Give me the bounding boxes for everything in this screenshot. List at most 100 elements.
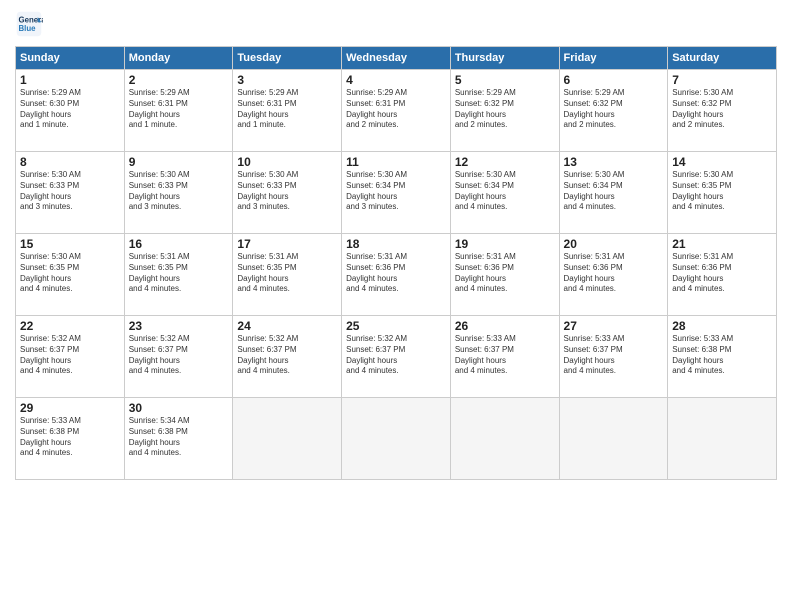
logo-icon: General Blue (15, 10, 43, 38)
cell-info: Sunrise: 5:30 AM Sunset: 6:33 PM Dayligh… (20, 170, 120, 213)
cell-info: Sunrise: 5:30 AM Sunset: 6:33 PM Dayligh… (237, 170, 337, 213)
day-number: 18 (346, 237, 446, 251)
cell-info: Sunrise: 5:29 AM Sunset: 6:31 PM Dayligh… (346, 88, 446, 131)
cell-info: Sunrise: 5:34 AM Sunset: 6:38 PM Dayligh… (129, 416, 229, 459)
calendar-cell: 13 Sunrise: 5:30 AM Sunset: 6:34 PM Dayl… (559, 152, 668, 234)
calendar-week-5: 29 Sunrise: 5:33 AM Sunset: 6:38 PM Dayl… (16, 398, 777, 480)
day-number: 19 (455, 237, 555, 251)
day-number: 7 (672, 73, 772, 87)
calendar-week-2: 8 Sunrise: 5:30 AM Sunset: 6:33 PM Dayli… (16, 152, 777, 234)
day-number: 4 (346, 73, 446, 87)
day-number: 27 (564, 319, 664, 333)
day-number: 13 (564, 155, 664, 169)
day-number: 6 (564, 73, 664, 87)
cell-info: Sunrise: 5:30 AM Sunset: 6:35 PM Dayligh… (20, 252, 120, 295)
calendar-week-4: 22 Sunrise: 5:32 AM Sunset: 6:37 PM Dayl… (16, 316, 777, 398)
cell-info: Sunrise: 5:30 AM Sunset: 6:34 PM Dayligh… (346, 170, 446, 213)
cell-info: Sunrise: 5:33 AM Sunset: 6:37 PM Dayligh… (564, 334, 664, 377)
calendar-cell: 14 Sunrise: 5:30 AM Sunset: 6:35 PM Dayl… (668, 152, 777, 234)
calendar-table: SundayMondayTuesdayWednesdayThursdayFrid… (15, 46, 777, 480)
calendar-cell: 6 Sunrise: 5:29 AM Sunset: 6:32 PM Dayli… (559, 70, 668, 152)
cell-info: Sunrise: 5:30 AM Sunset: 6:32 PM Dayligh… (672, 88, 772, 131)
cell-info: Sunrise: 5:31 AM Sunset: 6:36 PM Dayligh… (564, 252, 664, 295)
calendar-cell: 12 Sunrise: 5:30 AM Sunset: 6:34 PM Dayl… (450, 152, 559, 234)
calendar-cell: 20 Sunrise: 5:31 AM Sunset: 6:36 PM Dayl… (559, 234, 668, 316)
calendar-cell: 27 Sunrise: 5:33 AM Sunset: 6:37 PM Dayl… (559, 316, 668, 398)
calendar-cell: 21 Sunrise: 5:31 AM Sunset: 6:36 PM Dayl… (668, 234, 777, 316)
day-number: 9 (129, 155, 229, 169)
day-number: 26 (455, 319, 555, 333)
calendar-cell (233, 398, 342, 480)
cell-info: Sunrise: 5:32 AM Sunset: 6:37 PM Dayligh… (346, 334, 446, 377)
calendar-cell: 17 Sunrise: 5:31 AM Sunset: 6:35 PM Dayl… (233, 234, 342, 316)
calendar-cell: 18 Sunrise: 5:31 AM Sunset: 6:36 PM Dayl… (342, 234, 451, 316)
calendar-cell: 29 Sunrise: 5:33 AM Sunset: 6:38 PM Dayl… (16, 398, 125, 480)
calendar-header-tuesday: Tuesday (233, 47, 342, 70)
calendar-cell (342, 398, 451, 480)
calendar-cell: 11 Sunrise: 5:30 AM Sunset: 6:34 PM Dayl… (342, 152, 451, 234)
calendar-cell: 10 Sunrise: 5:30 AM Sunset: 6:33 PM Dayl… (233, 152, 342, 234)
day-number: 17 (237, 237, 337, 251)
day-number: 20 (564, 237, 664, 251)
calendar-header-row: SundayMondayTuesdayWednesdayThursdayFrid… (16, 47, 777, 70)
cell-info: Sunrise: 5:30 AM Sunset: 6:33 PM Dayligh… (129, 170, 229, 213)
calendar-cell: 7 Sunrise: 5:30 AM Sunset: 6:32 PM Dayli… (668, 70, 777, 152)
cell-info: Sunrise: 5:32 AM Sunset: 6:37 PM Dayligh… (129, 334, 229, 377)
calendar-cell: 3 Sunrise: 5:29 AM Sunset: 6:31 PM Dayli… (233, 70, 342, 152)
day-number: 5 (455, 73, 555, 87)
day-number: 21 (672, 237, 772, 251)
cell-info: Sunrise: 5:31 AM Sunset: 6:35 PM Dayligh… (129, 252, 229, 295)
day-number: 11 (346, 155, 446, 169)
calendar-cell: 15 Sunrise: 5:30 AM Sunset: 6:35 PM Dayl… (16, 234, 125, 316)
day-number: 30 (129, 401, 229, 415)
day-number: 24 (237, 319, 337, 333)
cell-info: Sunrise: 5:33 AM Sunset: 6:37 PM Dayligh… (455, 334, 555, 377)
calendar-cell: 28 Sunrise: 5:33 AM Sunset: 6:38 PM Dayl… (668, 316, 777, 398)
calendar-cell: 2 Sunrise: 5:29 AM Sunset: 6:31 PM Dayli… (124, 70, 233, 152)
calendar-week-3: 15 Sunrise: 5:30 AM Sunset: 6:35 PM Dayl… (16, 234, 777, 316)
calendar-header-monday: Monday (124, 47, 233, 70)
calendar-header-thursday: Thursday (450, 47, 559, 70)
calendar-header-saturday: Saturday (668, 47, 777, 70)
cell-info: Sunrise: 5:29 AM Sunset: 6:30 PM Dayligh… (20, 88, 120, 131)
day-number: 3 (237, 73, 337, 87)
calendar-week-1: 1 Sunrise: 5:29 AM Sunset: 6:30 PM Dayli… (16, 70, 777, 152)
cell-info: Sunrise: 5:30 AM Sunset: 6:34 PM Dayligh… (564, 170, 664, 213)
day-number: 12 (455, 155, 555, 169)
calendar-cell (450, 398, 559, 480)
day-number: 23 (129, 319, 229, 333)
calendar-header-sunday: Sunday (16, 47, 125, 70)
cell-info: Sunrise: 5:33 AM Sunset: 6:38 PM Dayligh… (20, 416, 120, 459)
calendar-header-friday: Friday (559, 47, 668, 70)
calendar-cell (559, 398, 668, 480)
calendar-cell: 30 Sunrise: 5:34 AM Sunset: 6:38 PM Dayl… (124, 398, 233, 480)
day-number: 15 (20, 237, 120, 251)
calendar-cell: 23 Sunrise: 5:32 AM Sunset: 6:37 PM Dayl… (124, 316, 233, 398)
calendar-cell (668, 398, 777, 480)
calendar-cell: 5 Sunrise: 5:29 AM Sunset: 6:32 PM Dayli… (450, 70, 559, 152)
calendar-cell: 22 Sunrise: 5:32 AM Sunset: 6:37 PM Dayl… (16, 316, 125, 398)
header: General Blue (15, 10, 777, 38)
cell-info: Sunrise: 5:31 AM Sunset: 6:36 PM Dayligh… (346, 252, 446, 295)
cell-info: Sunrise: 5:33 AM Sunset: 6:38 PM Dayligh… (672, 334, 772, 377)
cell-info: Sunrise: 5:32 AM Sunset: 6:37 PM Dayligh… (237, 334, 337, 377)
calendar-cell: 9 Sunrise: 5:30 AM Sunset: 6:33 PM Dayli… (124, 152, 233, 234)
cell-info: Sunrise: 5:30 AM Sunset: 6:34 PM Dayligh… (455, 170, 555, 213)
calendar-cell: 25 Sunrise: 5:32 AM Sunset: 6:37 PM Dayl… (342, 316, 451, 398)
day-number: 28 (672, 319, 772, 333)
day-number: 2 (129, 73, 229, 87)
calendar-cell: 24 Sunrise: 5:32 AM Sunset: 6:37 PM Dayl… (233, 316, 342, 398)
day-number: 25 (346, 319, 446, 333)
cell-info: Sunrise: 5:32 AM Sunset: 6:37 PM Dayligh… (20, 334, 120, 377)
day-number: 10 (237, 155, 337, 169)
page: General Blue SundayMondayTuesdayWednesda… (0, 0, 792, 612)
cell-info: Sunrise: 5:31 AM Sunset: 6:36 PM Dayligh… (455, 252, 555, 295)
cell-info: Sunrise: 5:29 AM Sunset: 6:31 PM Dayligh… (129, 88, 229, 131)
calendar-header-wednesday: Wednesday (342, 47, 451, 70)
calendar-cell: 1 Sunrise: 5:29 AM Sunset: 6:30 PM Dayli… (16, 70, 125, 152)
cell-info: Sunrise: 5:29 AM Sunset: 6:31 PM Dayligh… (237, 88, 337, 131)
day-number: 22 (20, 319, 120, 333)
calendar-cell: 16 Sunrise: 5:31 AM Sunset: 6:35 PM Dayl… (124, 234, 233, 316)
calendar-cell: 4 Sunrise: 5:29 AM Sunset: 6:31 PM Dayli… (342, 70, 451, 152)
cell-info: Sunrise: 5:31 AM Sunset: 6:36 PM Dayligh… (672, 252, 772, 295)
